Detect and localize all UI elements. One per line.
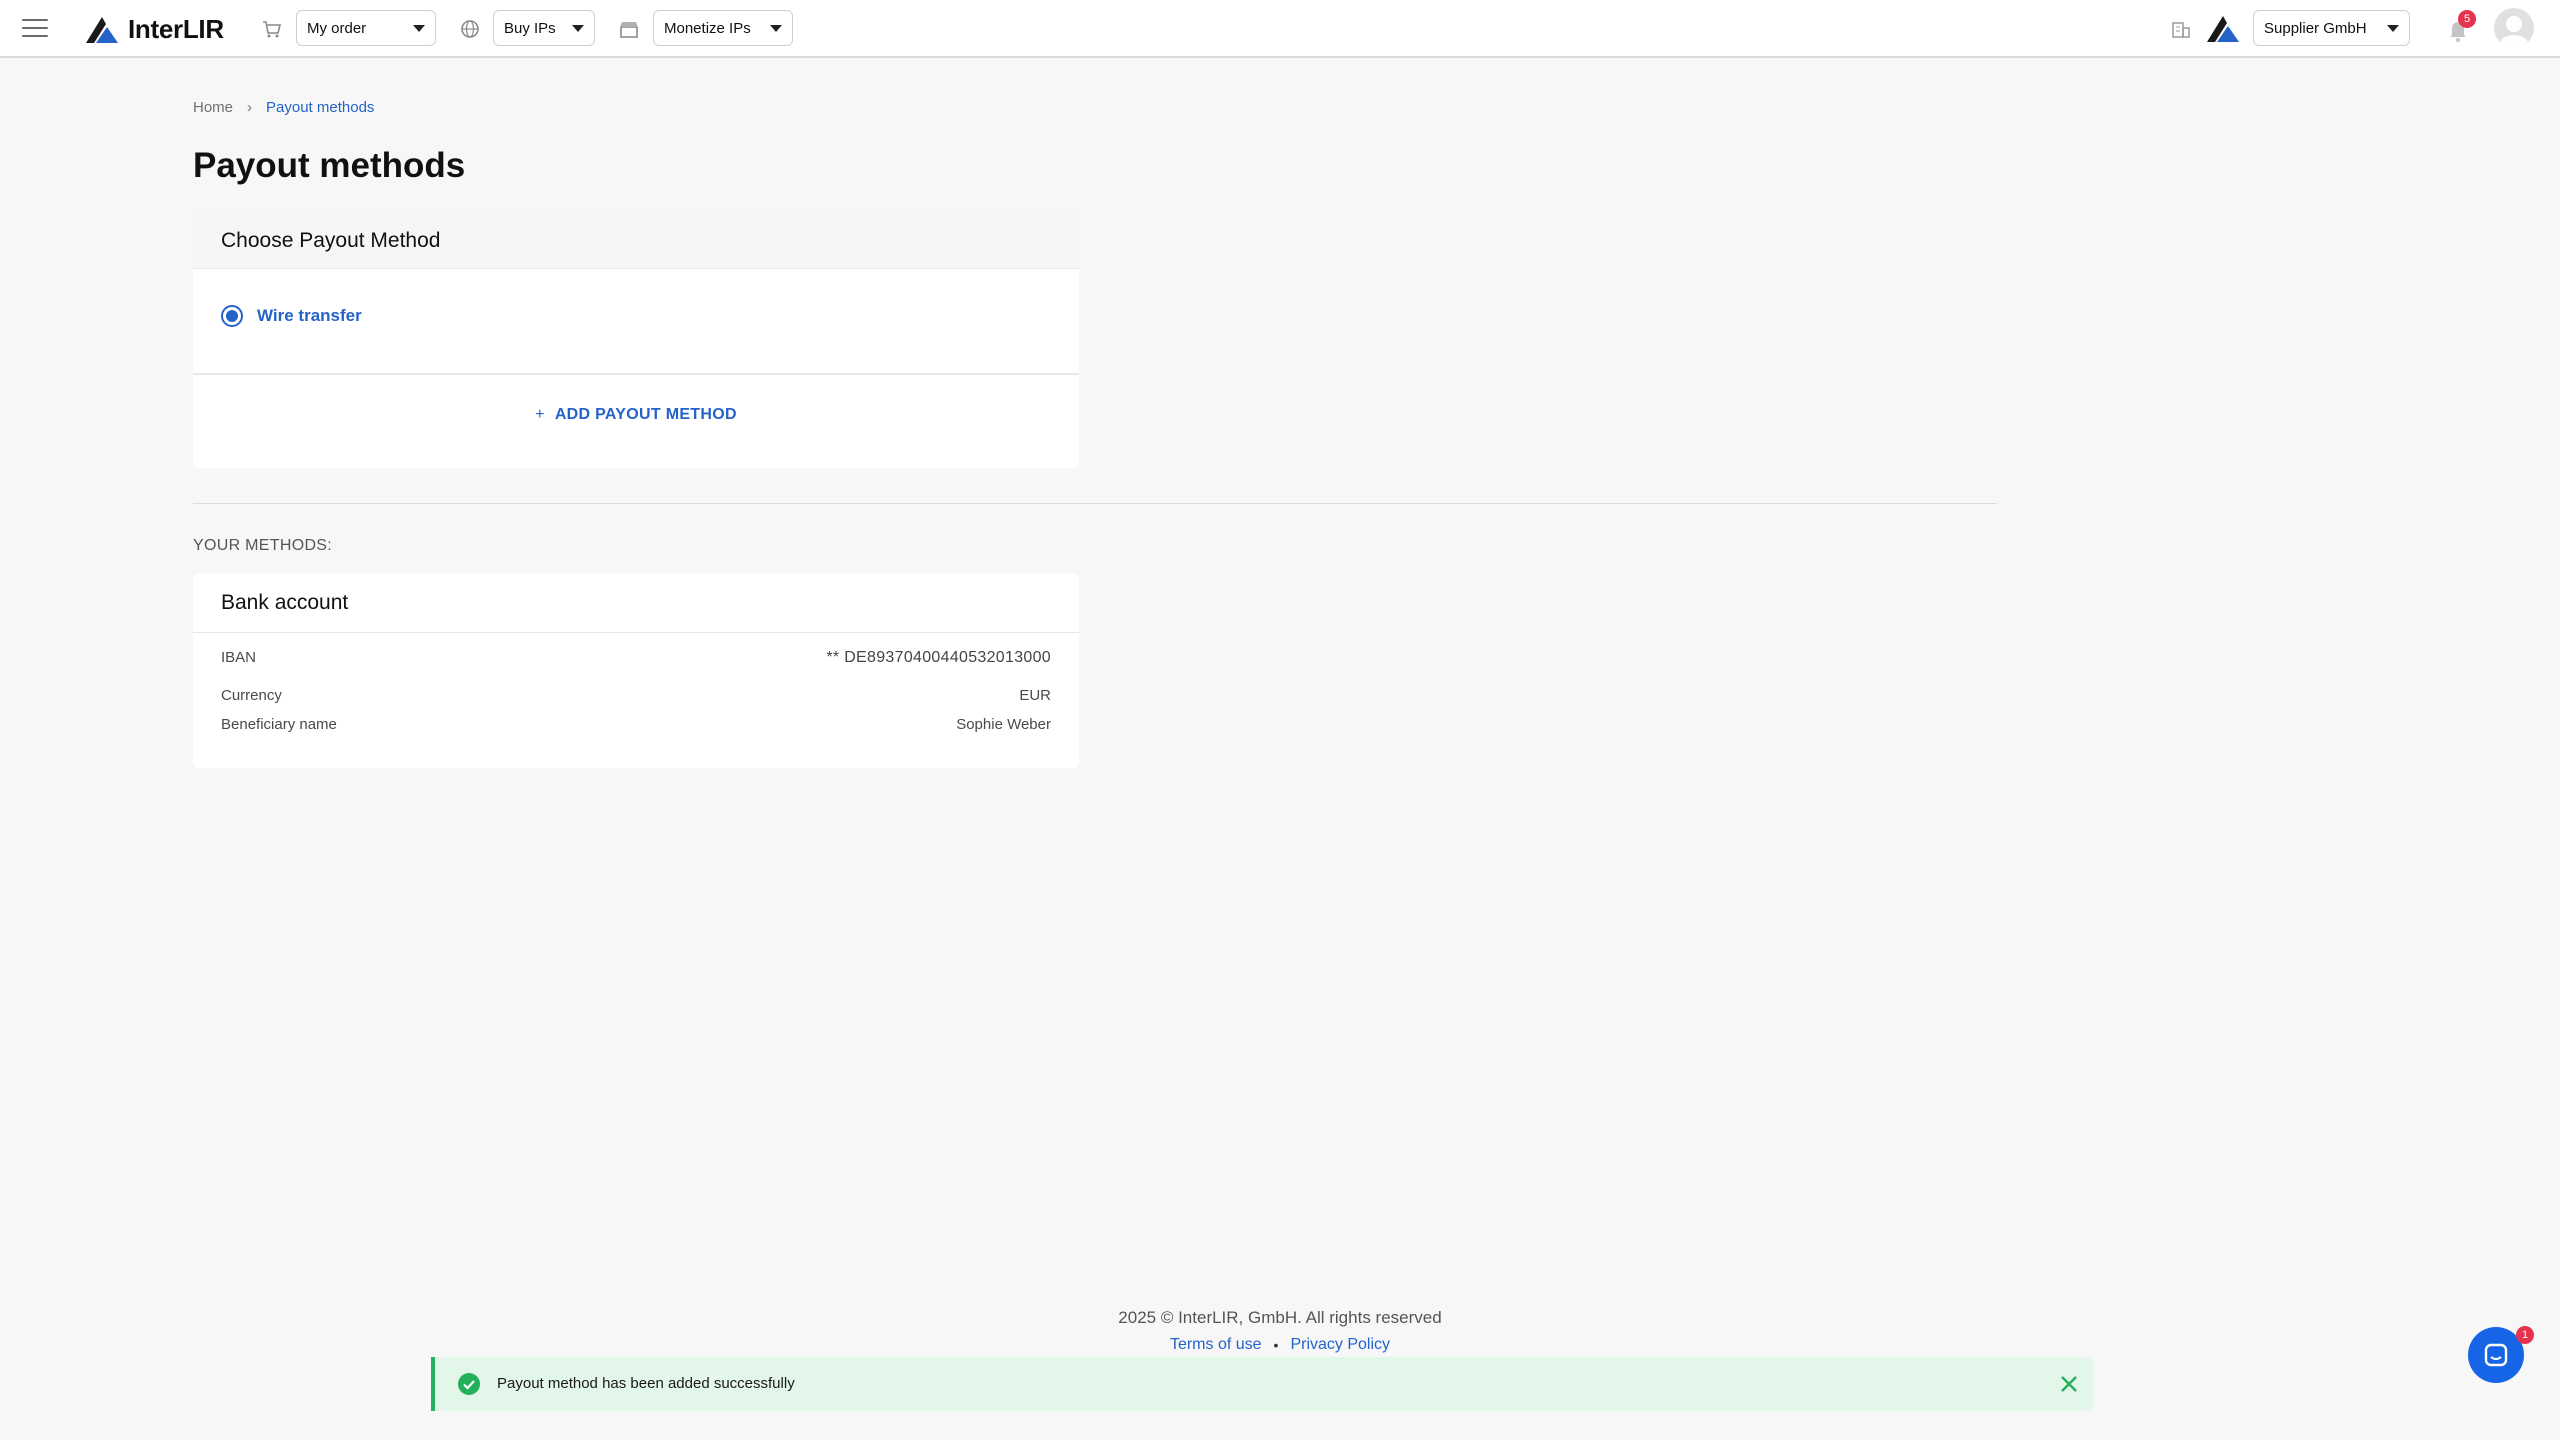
page-title: Payout methods [193, 146, 466, 185]
section-divider [193, 503, 1997, 504]
iban-label: IBAN [221, 649, 257, 666]
buy-ips-label: Buy IPs [504, 19, 556, 37]
chevron-down-icon [413, 24, 425, 32]
my-order-label: My order [307, 19, 367, 37]
success-toast: Payout method has been added successfull… [431, 1357, 2093, 1411]
your-methods-label: YOUR METHODS: [193, 537, 333, 554]
chat-badge: 1 [2516, 1326, 2534, 1344]
add-payout-method-button[interactable]: + ADD PAYOUT METHOD [193, 406, 1079, 424]
radio-button[interactable] [221, 305, 243, 327]
store-icon [620, 22, 638, 38]
footer-links: Terms of use • Privacy Policy [0, 1336, 2560, 1354]
choose-payout-title: Choose Payout Method [193, 213, 1079, 269]
card-divider [193, 373, 1079, 375]
avatar[interactable] [2494, 8, 2534, 48]
footer-separator: • [1273, 1337, 1279, 1353]
iban-row: IBAN ** DE89370400440532013000 [221, 649, 1051, 667]
currency-value: EUR [1019, 687, 1051, 704]
currency-row: Currency EUR [221, 687, 1051, 704]
beneficiary-value: Sophie Weber [956, 716, 1051, 733]
notification-badge: 5 [2458, 10, 2476, 28]
chevron-down-icon [572, 24, 584, 32]
close-icon[interactable] [2057, 1372, 2081, 1396]
beneficiary-row: Beneficiary name Sophie Weber [221, 716, 1051, 733]
user-icon [2499, 16, 2529, 48]
iban-value: ** DE89370400440532013000 [826, 649, 1051, 666]
building-icon [2172, 22, 2190, 38]
wire-transfer-option[interactable]: Wire transfer [221, 305, 362, 327]
chat-icon [2484, 1343, 2508, 1367]
chevron-down-icon [770, 24, 782, 32]
breadcrumb: Home › Payout methods [193, 99, 374, 116]
top-navbar: InterLIR My order Buy IPs Monetize IPs S… [0, 0, 2560, 58]
beneficiary-label: Beneficiary name [221, 716, 337, 733]
monetize-ips-dropdown[interactable]: Monetize IPs [653, 10, 793, 46]
buy-ips-dropdown[interactable]: Buy IPs [493, 10, 595, 46]
choose-payout-card: Choose Payout Method Wire transfer + ADD … [193, 213, 1079, 468]
menu-icon[interactable] [22, 19, 48, 39]
toast-message: Payout method has been added successfull… [497, 1375, 795, 1392]
bank-account-title: Bank account [193, 573, 1079, 633]
copyright-text: 2025 © InterLIR, GmbH. All rights reserv… [1118, 1308, 1442, 1327]
terms-link[interactable]: Terms of use [1170, 1336, 1262, 1354]
my-order-dropdown[interactable]: My order [296, 10, 436, 46]
breadcrumb-home[interactable]: Home [193, 99, 233, 116]
globe-icon [461, 20, 479, 38]
wire-transfer-label[interactable]: Wire transfer [257, 306, 362, 326]
account-name: Supplier GmbH [2264, 19, 2367, 37]
check-circle-icon [458, 1373, 480, 1395]
breadcrumb-current[interactable]: Payout methods [266, 99, 374, 116]
currency-label: Currency [221, 687, 282, 704]
brand-logo[interactable]: InterLIR [84, 14, 224, 45]
logo-icon [86, 16, 118, 43]
bank-account-card: Bank account IBAN ** DE89370400440532013… [193, 573, 1079, 768]
chevron-down-icon [2387, 24, 2399, 32]
chevron-right-icon: › [247, 99, 253, 116]
brand-name: InterLIR [128, 14, 224, 44]
add-payout-method-label: ADD PAYOUT METHOD [554, 406, 737, 423]
privacy-link[interactable]: Privacy Policy [1290, 1336, 1390, 1354]
account-dropdown[interactable]: Supplier GmbH [2253, 10, 2410, 46]
cart-icon [263, 21, 282, 38]
account-logo-icon [2207, 16, 2239, 42]
plus-icon: + [535, 406, 545, 423]
monetize-ips-label: Monetize IPs [664, 19, 751, 37]
